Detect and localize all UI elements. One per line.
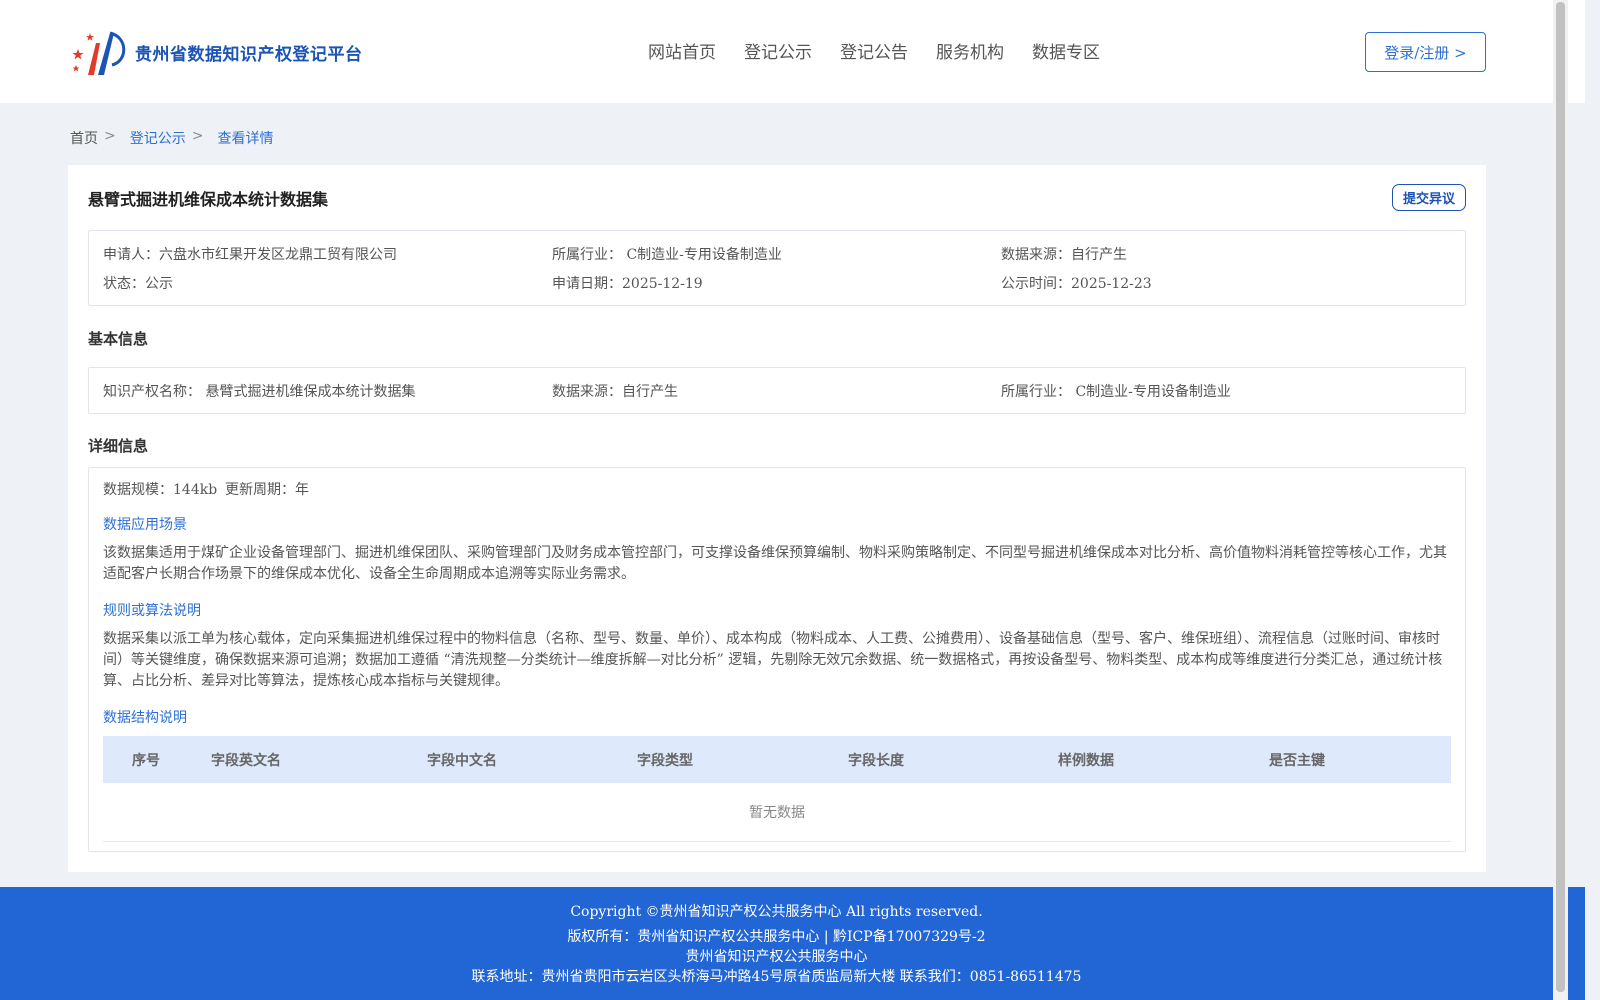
data-structure-title: 数据结构说明 — [103, 710, 187, 726]
ip-name-value: 悬臂式掘进机维保成本统计数据集 — [205, 384, 416, 400]
applicant-label: 申请人： — [103, 247, 159, 263]
detail-info-panel: 数据规模：144kb 更新周期：年 数据应用场景 该数据集适用于煤矿企业设备管理… — [88, 467, 1466, 852]
rules-algorithm-title: 规则或算法说明 — [103, 603, 201, 619]
column-header-english-name: 字段英文名 — [211, 753, 281, 769]
status-field: 状态：公示 — [103, 273, 173, 293]
site-title[interactable]: 贵州省数据知识产权登记平台 — [135, 40, 363, 65]
rules-algorithm-text: 数据采集以派工单为核心载体，定向采集掘进机维保过程中的物料信息（名称、型号、数量… — [103, 631, 1443, 689]
platform-logo-icon — [72, 31, 126, 75]
login-register-button[interactable]: 登录/注册 > — [1365, 32, 1486, 72]
status-label: 状态： — [103, 276, 145, 292]
detail-card: 悬臂式掘进机维保成本统计数据集 提交异议 申请人：六盘水市红果开发区龙鼎工贸有限… — [68, 165, 1486, 872]
breadcrumb-registration-publicity[interactable]: 登记公示 — [130, 128, 186, 148]
detail-info-title: 详细信息 — [88, 437, 149, 455]
industry-field: 所属行业： C制造业-专用设备制造业 — [552, 244, 782, 264]
submit-objection-button[interactable]: 提交异议 — [1392, 184, 1466, 211]
table-divider — [103, 841, 1451, 842]
column-header-field-type: 字段类型 — [637, 753, 693, 769]
apply-date-label: 申请日期： — [552, 276, 622, 292]
data-scale-label: 数据规模： — [103, 482, 173, 498]
update-cycle-value: 年 — [295, 482, 309, 498]
source-field: 数据来源：自行产生 — [1001, 244, 1127, 264]
scrollbar-thumb[interactable] — [1556, 2, 1565, 992]
column-header-field-length: 字段长度 — [848, 753, 904, 769]
basic-source-label: 数据来源： — [552, 384, 622, 400]
apply-date-value: 2025-12-19 — [622, 276, 703, 292]
column-header-sample-data: 样例数据 — [1058, 753, 1114, 769]
basic-info-title: 基本信息 — [88, 330, 149, 348]
main-nav: 网站首页 登记公示 登记公告 服务机构 数据专区 — [648, 38, 1100, 63]
table-empty-text: 暂无数据 — [749, 805, 805, 821]
footer-contact: 联系地址：贵州省贵阳市云岩区头桥海马冲路45号原省质监局新大楼 联系我们：085… — [471, 969, 1082, 985]
nav-item-home[interactable]: 网站首页 — [648, 38, 716, 63]
data-scale-value: 144kb — [173, 482, 218, 498]
source-value: 自行产生 — [1071, 247, 1127, 263]
application-scenario-title: 数据应用场景 — [103, 517, 187, 533]
basic-industry-field: 所属行业： C制造业-专用设备制造业 — [1001, 381, 1231, 401]
structure-table-header: 序号 字段英文名 字段中文名 字段类型 字段长度 样例数据 是否主键 — [103, 736, 1451, 783]
dataset-title: 悬臂式掘进机维保成本统计数据集 — [88, 190, 329, 209]
applicant-value: 六盘水市红果开发区龙鼎工贸有限公司 — [159, 247, 397, 263]
apply-date-field: 申请日期：2025-12-19 — [552, 273, 703, 293]
source-label: 数据来源： — [1001, 247, 1071, 263]
site-footer: Copyright ©贵州省知识产权公共服务中心 All rights rese… — [0, 887, 1585, 1000]
nav-item-service-agencies[interactable]: 服务机构 — [936, 38, 1004, 63]
industry-label: 所属行业： — [552, 247, 622, 263]
status-value: 公示 — [145, 276, 173, 292]
basic-industry-value: C制造业-专用设备制造业 — [1075, 384, 1231, 400]
publish-time-field: 公示时间：2025-12-23 — [1001, 273, 1152, 293]
site-header: 贵州省数据知识产权登记平台 网站首页 登记公示 登记公告 服务机构 数据专区 登… — [0, 0, 1585, 103]
update-cycle-label: 更新周期： — [225, 482, 295, 498]
basic-source-field: 数据来源：自行产生 — [552, 381, 678, 401]
column-header-chinese-name: 字段中文名 — [427, 753, 497, 769]
publish-time-value: 2025-12-23 — [1071, 276, 1152, 292]
applicant-field: 申请人：六盘水市红果开发区龙鼎工贸有限公司 — [103, 244, 397, 264]
nav-item-data-zone[interactable]: 数据专区 — [1032, 38, 1100, 63]
breadcrumb: 首页 > 登记公示 > 查看详情 — [70, 128, 273, 148]
application-scenario-text: 该数据集适用于煤矿企业设备管理部门、掘进机维保团队、采购管理部门及财务成本管控部… — [103, 545, 1447, 582]
publish-time-label: 公示时间： — [1001, 276, 1071, 292]
breadcrumb-separator: > — [191, 128, 204, 144]
page-scrollbar[interactable] — [1553, 0, 1568, 1000]
industry-value: C制造业-专用设备制造业 — [626, 247, 782, 263]
breadcrumb-view-details[interactable]: 查看详情 — [217, 128, 273, 148]
breadcrumb-home[interactable]: 首页 — [70, 128, 98, 148]
breadcrumb-separator: > — [104, 128, 116, 144]
data-scale-field: 数据规模：144kb — [103, 479, 217, 499]
basic-source-value: 自行产生 — [622, 384, 678, 400]
basic-info-panel: 知识产权名称： 悬臂式掘进机维保成本统计数据集 数据来源：自行产生 所属行业： … — [88, 367, 1466, 414]
update-cycle-field: 更新周期：年 — [225, 479, 309, 499]
nav-item-registration-announcement[interactable]: 登记公告 — [840, 38, 908, 63]
nav-item-registration-publicity[interactable]: 登记公示 — [744, 38, 812, 63]
summary-panel: 申请人：六盘水市红果开发区龙鼎工贸有限公司 所属行业： C制造业-专用设备制造业… — [88, 230, 1466, 306]
footer-icp[interactable]: 版权所有：贵州省知识产权公共服务中心 | 黔ICP备17007329号-2 — [0, 926, 1553, 946]
ip-name-label: 知识产权名称： — [103, 384, 201, 400]
ip-name-field: 知识产权名称： 悬臂式掘进机维保成本统计数据集 — [103, 381, 415, 401]
footer-organization: 贵州省知识产权公共服务中心 — [685, 949, 868, 965]
basic-industry-label: 所属行业： — [1001, 384, 1071, 400]
column-header-primary-key: 是否主键 — [1269, 753, 1325, 769]
footer-copyright: Copyright ©贵州省知识产权公共服务中心 All rights rese… — [570, 904, 983, 920]
column-header-index: 序号 — [132, 753, 160, 769]
